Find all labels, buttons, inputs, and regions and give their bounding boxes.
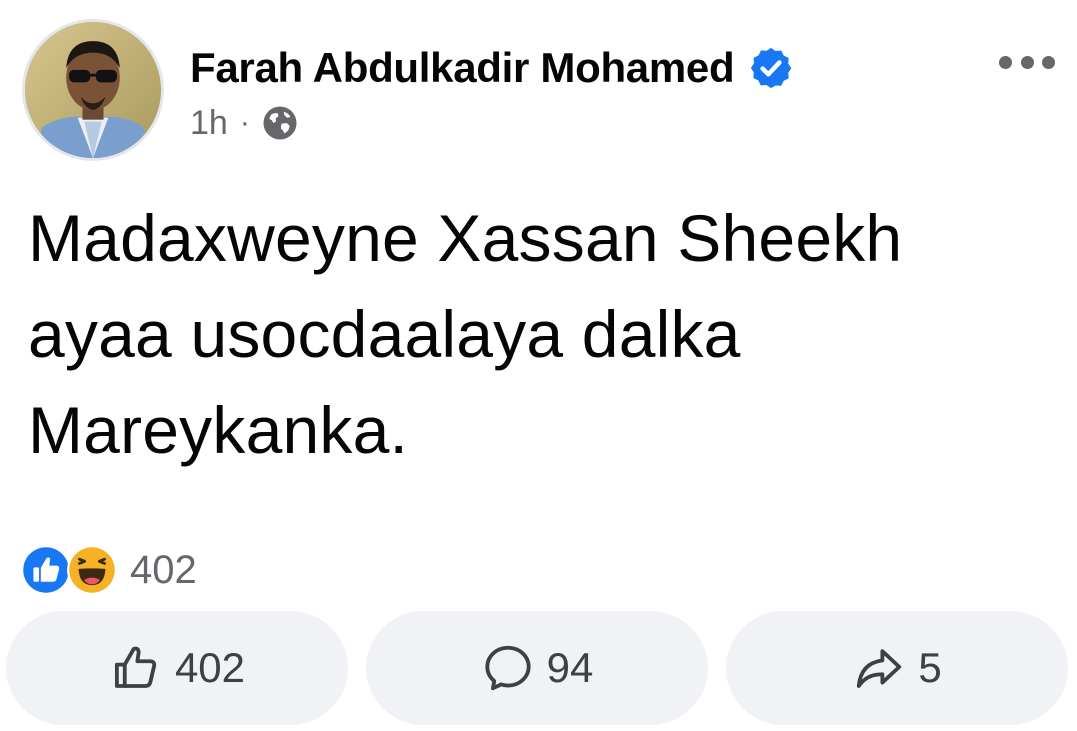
globe-icon[interactable]	[262, 105, 298, 141]
post-text: Madaxweyne Xassan Sheekh ayaa usocdaalay…	[28, 201, 903, 467]
verified-badge-icon	[751, 47, 792, 89]
post-author: Farah Abdulkadir Mohamed	[190, 40, 794, 96]
like-button[interactable]: 402	[6, 611, 348, 725]
reactions-summary[interactable]: 402	[20, 543, 197, 597]
more-dot	[1020, 55, 1034, 69]
like-reaction-icon	[21, 545, 71, 595]
post-timestamp[interactable]: 1h	[190, 104, 228, 143]
more-dot	[1042, 55, 1055, 69]
like-count: 402	[174, 644, 246, 691]
avatar-photo	[25, 22, 161, 158]
share-button[interactable]: 5	[726, 611, 1068, 725]
haha-reaction-icon	[67, 545, 117, 595]
comment-button[interactable]: 94	[366, 611, 708, 725]
more-horizontal-icon[interactable]	[999, 48, 1055, 76]
comment-count: 94	[546, 644, 594, 691]
share-arrow-icon	[857, 649, 902, 688]
post-actions: 402 94 5	[6, 611, 1068, 725]
thumbs-up-icon	[114, 646, 157, 688]
more-dot	[999, 55, 1012, 69]
author-avatar[interactable]	[22, 19, 164, 161]
post-meta: 1h ·	[190, 100, 298, 146]
comment-bubble-icon	[485, 645, 531, 691]
share-count: 5	[918, 644, 942, 691]
reaction-count: 402	[130, 547, 197, 592]
meta-separator: ·	[239, 106, 250, 139]
author-name[interactable]: Farah Abdulkadir Mohamed	[190, 44, 735, 92]
